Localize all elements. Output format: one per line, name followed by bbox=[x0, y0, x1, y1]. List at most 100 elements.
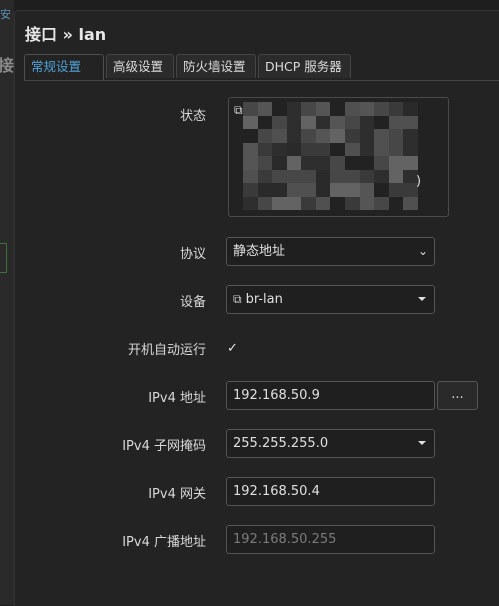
background-button-fragment bbox=[0, 243, 7, 273]
mosaic-cell bbox=[345, 142, 360, 156]
mosaic-cell bbox=[403, 196, 418, 210]
mosaic-cell bbox=[374, 156, 389, 170]
mosaic-cell bbox=[257, 102, 273, 116]
mosaic-cell bbox=[272, 156, 287, 170]
mosaic-cell bbox=[243, 169, 258, 183]
mosaic-cell bbox=[388, 142, 404, 156]
interface-edit-dialog: 接口 » lan 常规设置 高级设置 防火墙设置 DHCP 服务器 状态 ⧉ )… bbox=[14, 10, 499, 606]
mosaic-cell bbox=[359, 129, 375, 143]
mosaic-cell bbox=[301, 102, 316, 116]
mosaic-cell bbox=[374, 102, 389, 116]
mosaic-cell bbox=[388, 156, 404, 170]
mosaic-cell bbox=[286, 142, 302, 156]
mosaic-cell bbox=[330, 183, 346, 197]
mosaic-cell bbox=[345, 102, 360, 116]
mosaic-cell bbox=[330, 196, 346, 210]
mosaic-cell bbox=[388, 115, 404, 129]
mosaic-cell bbox=[301, 196, 316, 210]
mosaic-cell bbox=[243, 115, 258, 129]
network-device-icon: ⧉ bbox=[234, 103, 243, 117]
protocol-select[interactable]: 静态地址 ⌄ bbox=[226, 237, 435, 266]
mosaic-cell bbox=[388, 196, 404, 210]
ipv4-netmask-label: IPv4 子网掩码 bbox=[122, 439, 206, 454]
mosaic-cell bbox=[272, 183, 287, 197]
device-label: 设备 bbox=[179, 295, 206, 310]
mosaic-cell bbox=[315, 156, 331, 170]
tab-firewall[interactable]: 防火墙设置 bbox=[176, 54, 256, 78]
mosaic-cell bbox=[257, 156, 273, 170]
mosaic-cell bbox=[388, 129, 404, 143]
mosaic-cell bbox=[359, 115, 375, 129]
mosaic-cell bbox=[403, 115, 418, 129]
mosaic-cell bbox=[257, 183, 273, 197]
mosaic-cell bbox=[345, 129, 360, 143]
mosaic-cell bbox=[301, 156, 316, 170]
mosaic-cell bbox=[243, 183, 258, 197]
mosaic-cell bbox=[359, 142, 375, 156]
mosaic-cell bbox=[403, 142, 418, 156]
ipv4-netmask-value: 255.255.255.0 bbox=[233, 436, 329, 451]
mosaic-cell bbox=[257, 115, 273, 129]
autostart-label: 开机自动运行 bbox=[127, 343, 206, 358]
protocol-value: 静态地址 bbox=[233, 244, 286, 259]
tab-bar: 常规设置 高级设置 防火墙设置 DHCP 服务器 bbox=[24, 54, 499, 81]
ipv4-gateway-label: IPv4 网关 bbox=[148, 487, 206, 502]
mosaic-cell bbox=[243, 156, 258, 170]
ipv4-gateway-input[interactable]: 192.168.50.4 bbox=[226, 477, 435, 506]
dialog-title: 接口 » lan bbox=[25, 25, 107, 44]
mosaic-cell bbox=[330, 129, 346, 143]
chevron-down-icon: ⌄ bbox=[417, 244, 428, 258]
mosaic-cell bbox=[403, 102, 418, 116]
tab-general[interactable]: 常规设置 bbox=[24, 54, 104, 80]
mosaic-cell bbox=[257, 196, 273, 210]
status-panel: ⧉ ) bbox=[228, 97, 449, 217]
mosaic-cell bbox=[315, 115, 331, 129]
tab-advanced[interactable]: 高级设置 bbox=[106, 54, 174, 78]
autostart-checkbox[interactable]: ✓ bbox=[227, 342, 241, 356]
mosaic-cell bbox=[345, 196, 360, 210]
mosaic-cell bbox=[403, 129, 418, 143]
mosaic-cell bbox=[374, 183, 389, 197]
mosaic-cell bbox=[257, 142, 273, 156]
mosaic-cell bbox=[330, 142, 346, 156]
protocol-label: 协议 bbox=[179, 247, 206, 262]
mosaic-cell bbox=[301, 115, 316, 129]
ipv4-address-label: IPv4 地址 bbox=[148, 391, 206, 406]
mosaic-cell bbox=[301, 183, 316, 197]
add-address-button[interactable]: ... bbox=[437, 381, 478, 410]
mosaic-cell bbox=[301, 142, 316, 156]
status-trailing-text: ) bbox=[416, 174, 422, 189]
mosaic-cell bbox=[345, 183, 360, 197]
device-select[interactable]: ⧉ br-lan bbox=[226, 285, 435, 314]
mosaic-cell bbox=[301, 129, 316, 143]
mosaic-cell bbox=[330, 115, 346, 129]
mosaic-cell bbox=[359, 169, 375, 183]
mosaic-cell bbox=[286, 196, 302, 210]
mosaic-cell bbox=[359, 196, 375, 210]
mosaic-cell bbox=[243, 129, 258, 143]
mosaic-cell bbox=[301, 169, 316, 183]
mosaic-cell bbox=[272, 142, 287, 156]
mosaic-cell bbox=[374, 196, 389, 210]
mosaic-cell bbox=[243, 102, 258, 116]
ipv4-address-input[interactable]: 192.168.50.9 bbox=[226, 381, 435, 410]
mosaic-cell bbox=[374, 129, 389, 143]
background-text-fragment: 安 bbox=[0, 8, 11, 21]
ipv4-broadcast-input[interactable]: 192.168.50.255 bbox=[226, 525, 435, 554]
mosaic-cell bbox=[286, 102, 302, 116]
mosaic-cell bbox=[330, 102, 346, 116]
ipv4-broadcast-label: IPv4 广播地址 bbox=[122, 535, 206, 550]
mosaic-cell bbox=[345, 169, 360, 183]
mosaic-cell bbox=[315, 183, 331, 197]
mosaic-cell bbox=[359, 102, 375, 116]
background-page: 安 接 bbox=[0, 0, 14, 605]
ipv4-netmask-select[interactable]: 255.255.255.0 bbox=[226, 429, 435, 458]
mosaic-cell bbox=[243, 196, 258, 210]
mosaic-cell bbox=[315, 102, 331, 116]
mosaic-cell bbox=[272, 169, 287, 183]
mosaic-cell bbox=[330, 156, 346, 170]
background-heading-fragment: 接 bbox=[0, 56, 15, 75]
mosaic-cell bbox=[330, 169, 346, 183]
network-device-icon: ⧉ bbox=[233, 292, 242, 306]
tab-dhcp[interactable]: DHCP 服务器 bbox=[258, 54, 351, 78]
